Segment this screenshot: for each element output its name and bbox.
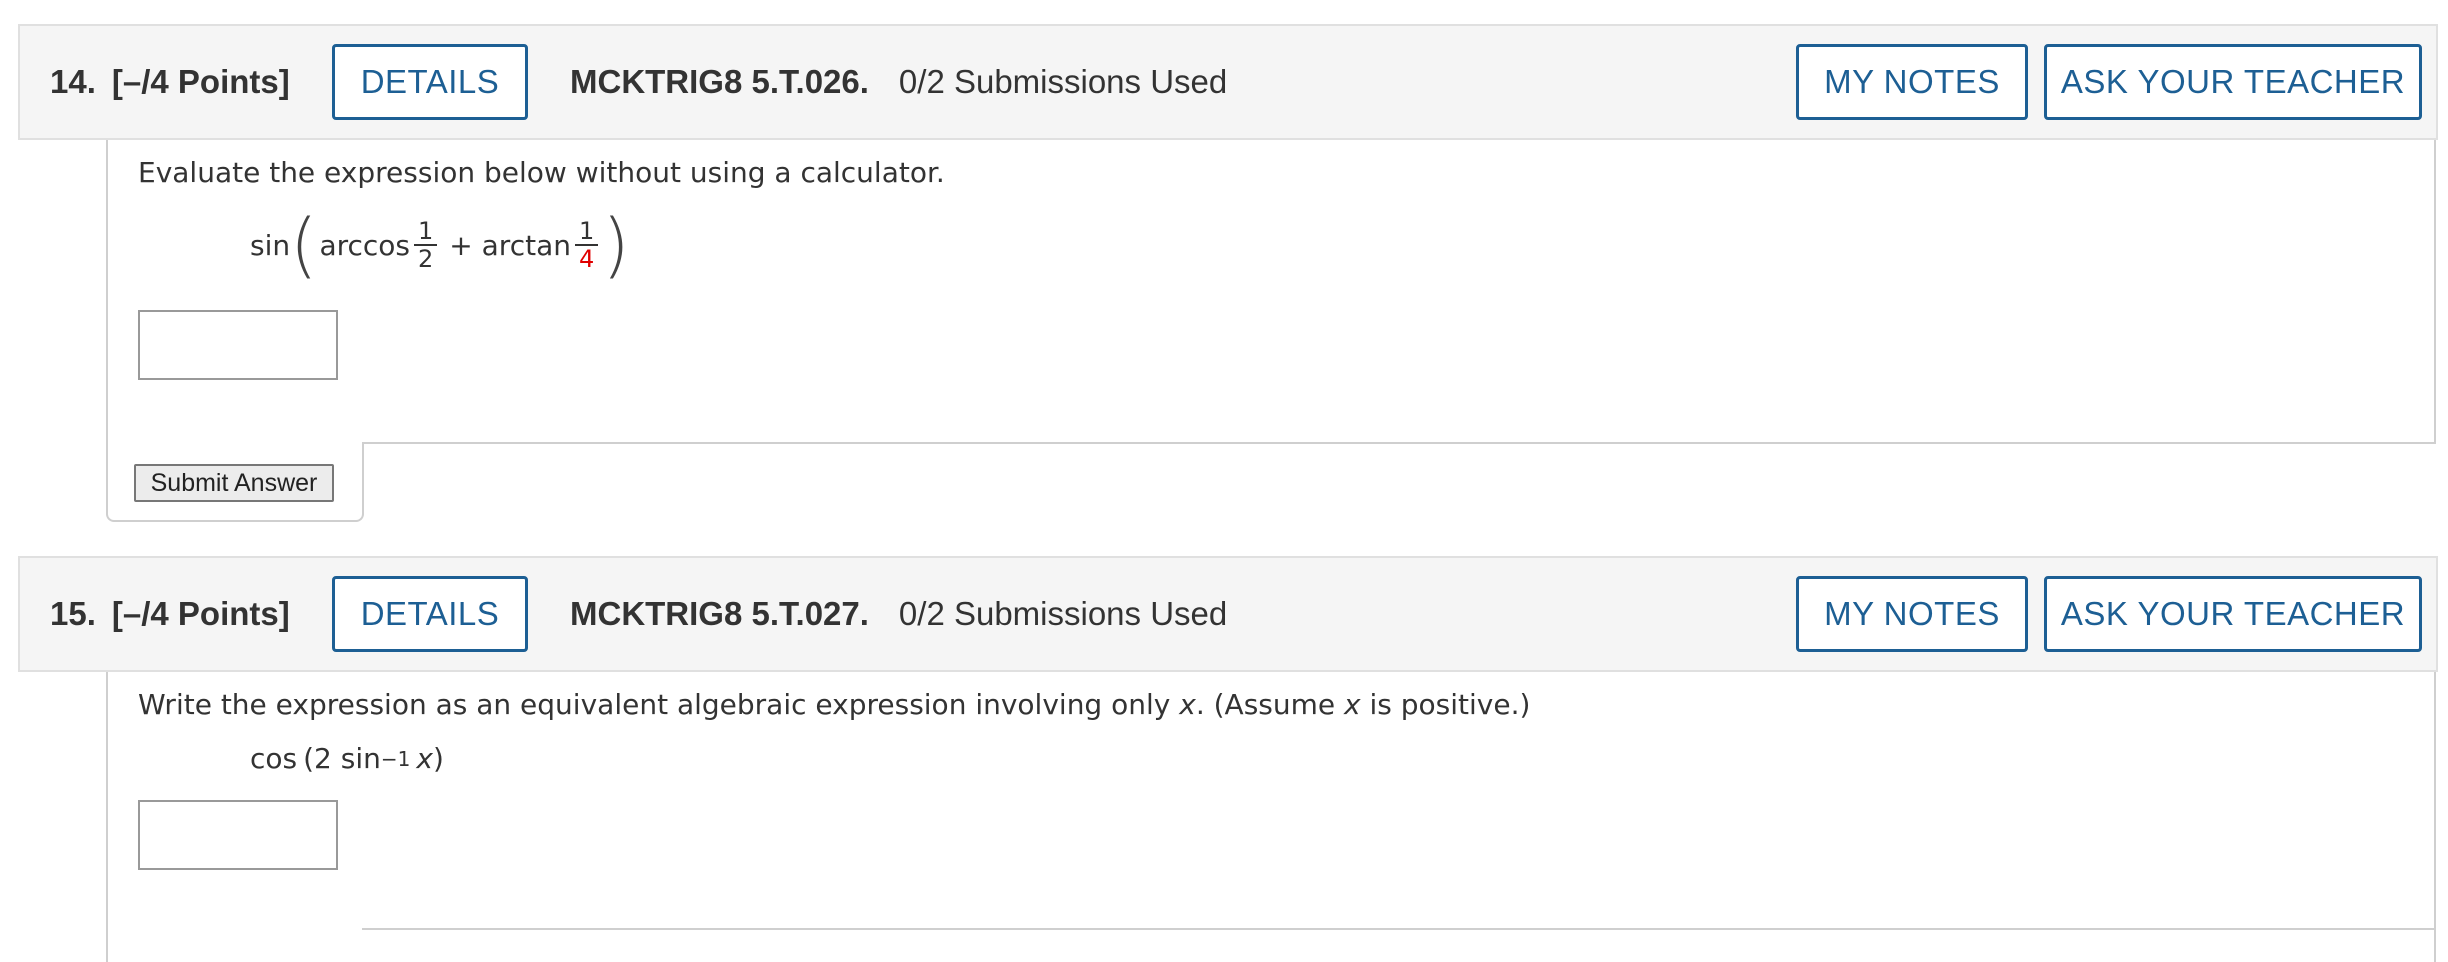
question-14-header: 14. [–/4 Points] DETAILS MCKTRIG8 5.T.02… (18, 24, 2438, 140)
question-number: 15. (50, 595, 96, 632)
question-code: MCKTRIG8 5.T.027. (570, 595, 869, 632)
question-points: [–/4 Points] (111, 63, 290, 100)
answer-input[interactable] (138, 310, 338, 380)
question-14-body: Evaluate the expression below without us… (106, 140, 2436, 442)
question-points: [–/4 Points] (111, 595, 290, 632)
question-code: MCKTRIG8 5.T.026. (570, 63, 869, 100)
submissions-used: 0/2 Submissions Used (898, 63, 1228, 100)
prompt-variable: x (1344, 688, 1361, 721)
prompt-variable: x (1179, 688, 1196, 721)
question-15-header: 15. [–/4 Points] DETAILS MCKTRIG8 5.T.02… (18, 556, 2438, 672)
question-15-code: MCKTRIG8 5.T.027. 0/2 Submissions Used (570, 558, 1227, 670)
prompt-text: Write the expression as an equivalent al… (138, 688, 1180, 721)
submit-answer-button[interactable]: Submit Answer (134, 464, 334, 502)
fraction-one-half: 1 2 (414, 218, 438, 273)
fraction-denominator-highlighted: 4 (578, 245, 595, 273)
right-paren: ) (602, 204, 630, 286)
details-button[interactable]: DETAILS (332, 44, 528, 120)
expression-close: ) (432, 742, 444, 775)
expression-open: (2 sin (303, 742, 381, 775)
left-paren: ( (290, 204, 318, 286)
question-14-number: 14. [–/4 Points] (50, 26, 290, 138)
answer-input[interactable] (138, 800, 338, 870)
divider (362, 928, 2436, 930)
ask-your-teacher-button[interactable]: ASK YOUR TEACHER (2044, 576, 2422, 652)
question-prompt: Evaluate the expression below without us… (138, 156, 945, 189)
submit-tab: Submit Answer (106, 442, 364, 522)
question-15-number: 15. [–/4 Points] (50, 558, 290, 670)
math-expression: sin ( arccos 1 2 + arctan 1 4 ) (250, 210, 630, 280)
sin-function: sin (250, 228, 291, 262)
prompt-text: is positive.) (1360, 688, 1531, 721)
arccos-function: arccos (319, 228, 410, 262)
my-notes-button[interactable]: MY NOTES (1796, 576, 2028, 652)
question-prompt: Write the expression as an equivalent al… (138, 688, 1530, 721)
fraction-numerator: 1 (574, 218, 599, 246)
my-notes-button[interactable]: MY NOTES (1796, 44, 2028, 120)
question-15-body: Write the expression as an equivalent al… (106, 672, 2436, 962)
details-button[interactable]: DETAILS (332, 576, 528, 652)
question-14-code: MCKTRIG8 5.T.026. 0/2 Submissions Used (570, 26, 1227, 138)
divider (362, 442, 2436, 444)
fraction-numerator: 1 (414, 218, 438, 246)
variable-x: x (416, 742, 433, 775)
fraction-one-fourth: 1 4 (574, 218, 599, 273)
prompt-text: . (Assume (1195, 688, 1345, 721)
math-expression: cos (2 sin −1 x ) (250, 742, 444, 775)
question-number: 14. (50, 63, 96, 100)
plus-arctan: + arctan (449, 228, 571, 262)
ask-your-teacher-button[interactable]: ASK YOUR TEACHER (2044, 44, 2422, 120)
fraction-denominator: 2 (418, 245, 434, 273)
inverse-exponent: −1 (380, 746, 411, 771)
submissions-used: 0/2 Submissions Used (898, 595, 1228, 632)
cos-function: cos (250, 742, 298, 775)
divider (2434, 140, 2436, 442)
